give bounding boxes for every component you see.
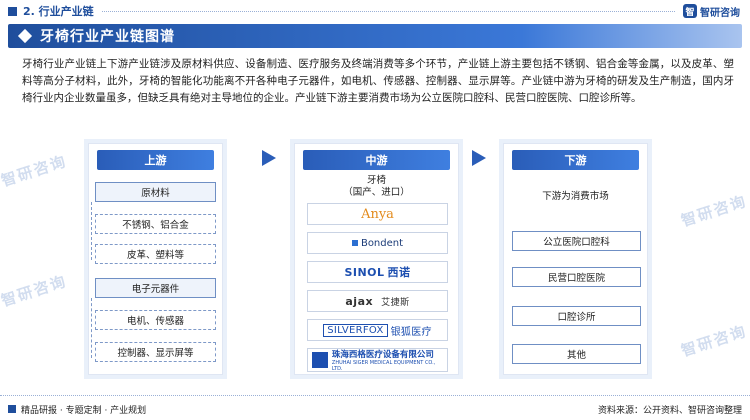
brand-name-cn: 珠海西格医疗设备有限公司 — [331, 350, 434, 360]
midstream-column: 中游 牙椅 （国产、进口） Anya Bondent SINOL 西诺 ajax… — [294, 143, 459, 375]
upstream-item: 电机、传感器 — [95, 310, 216, 330]
downstream-head: 下游 — [512, 150, 639, 170]
siger-text: 珠海西格医疗设备有限公司 ZHUHAI SIGER MEDICAL EQUIPM… — [332, 348, 447, 372]
downstream-item: 口腔诊所 — [512, 306, 641, 326]
logo-icon: 智 — [683, 4, 697, 18]
upstream-group-raw-materials: 原材料 — [95, 182, 216, 202]
footer-tagline: 精品研报 · 专题定制 · 产业规划 — [21, 405, 147, 416]
brand-name-cn: 西诺 — [387, 266, 411, 279]
section-marker-icon — [8, 6, 17, 16]
upstream-head: 上游 — [97, 150, 214, 170]
footer: 精品研报 · 专题定制 · 产业规划 资料来源：公开资料、智研咨询整理 — [8, 402, 742, 416]
watermark: 智研咨询 — [679, 191, 750, 231]
brand-logo-ajax: ajax 艾捷斯 — [307, 290, 448, 312]
source-note: 资料来源：公开资料、智研咨询整理 — [597, 405, 742, 416]
flow-arrow-icon — [262, 150, 276, 166]
brand-name: SILVERFOX — [323, 323, 388, 337]
upstream-item: 控制器、显示屏等 — [95, 342, 216, 362]
brand-logo-sinol: SINOL 西诺 — [307, 261, 448, 283]
brand-name: SINOL — [344, 265, 385, 279]
brand-logo-silverfox: SILVERFOX 银狐医疗 — [307, 319, 448, 341]
brand-name: ajax — [345, 294, 374, 308]
brand-logo-siger: 珠海西格医疗设备有限公司 ZHUHAI SIGER MEDICAL EQUIPM… — [307, 348, 448, 372]
midstream-head: 中游 — [303, 150, 450, 170]
brand-name-cn: 艾捷斯 — [381, 297, 410, 308]
section-title: 2. 行业产业链 — [23, 5, 94, 18]
header-divider — [101, 10, 675, 12]
siger-icon — [312, 352, 328, 368]
flow-arrow-icon — [472, 150, 486, 166]
bondent-icon — [351, 240, 358, 246]
diamond-icon — [17, 28, 33, 44]
logo-text: 智研咨询 — [700, 7, 740, 19]
brand-name: ZHUHAI SIGER MEDICAL EQUIPMENT CO., LTD. — [331, 360, 436, 372]
downstream-item: 公立医院口腔科 — [512, 231, 641, 251]
upstream-item: 皮革、塑料等 — [95, 244, 216, 264]
downstream-item: 其他 — [512, 344, 641, 364]
upstream-group-electronics: 电子元器件 — [95, 278, 216, 298]
watermark: 智研咨询 — [679, 321, 750, 361]
downstream-item: 民营口腔医院 — [512, 267, 641, 287]
watermark: 智研咨询 — [0, 271, 70, 311]
brand-name-cn: 银狐医疗 — [390, 326, 432, 338]
footer-marker-icon — [8, 405, 16, 413]
intro-paragraph: 牙椅行业产业链上下游产业链涉及原材料供应、设备制造、医疗服务及终端消费等多个环节… — [22, 58, 734, 104]
brand-logo-anya: Anya — [307, 203, 448, 225]
upstream-item: 不锈钢、铝合金 — [95, 214, 216, 234]
midstream-product-origin: （国产、进口） — [343, 187, 410, 198]
downstream-label: 下游为消费市场 — [542, 191, 609, 202]
title-bar: 牙椅行业产业链图谱 — [8, 24, 742, 48]
upstream-column: 上游 原材料 不锈钢、铝合金 皮革、塑料等 电子元器件 电机、传感器 控制器、显… — [88, 143, 223, 375]
brand-logo: 智 智研咨询 — [683, 4, 740, 19]
page-title: 牙椅行业产业链图谱 — [40, 29, 175, 45]
watermark: 智研咨询 — [0, 151, 70, 191]
brand-name: Bondent — [360, 237, 404, 249]
brand-logo-bondent: Bondent — [307, 232, 448, 254]
downstream-column: 下游 下游为消费市场 公立医院口腔科 民营口腔医院 口腔诊所 其他 — [503, 143, 648, 375]
footer-divider — [0, 395, 750, 396]
section-header: 2. 行业产业链 智 智研咨询 — [0, 0, 750, 22]
